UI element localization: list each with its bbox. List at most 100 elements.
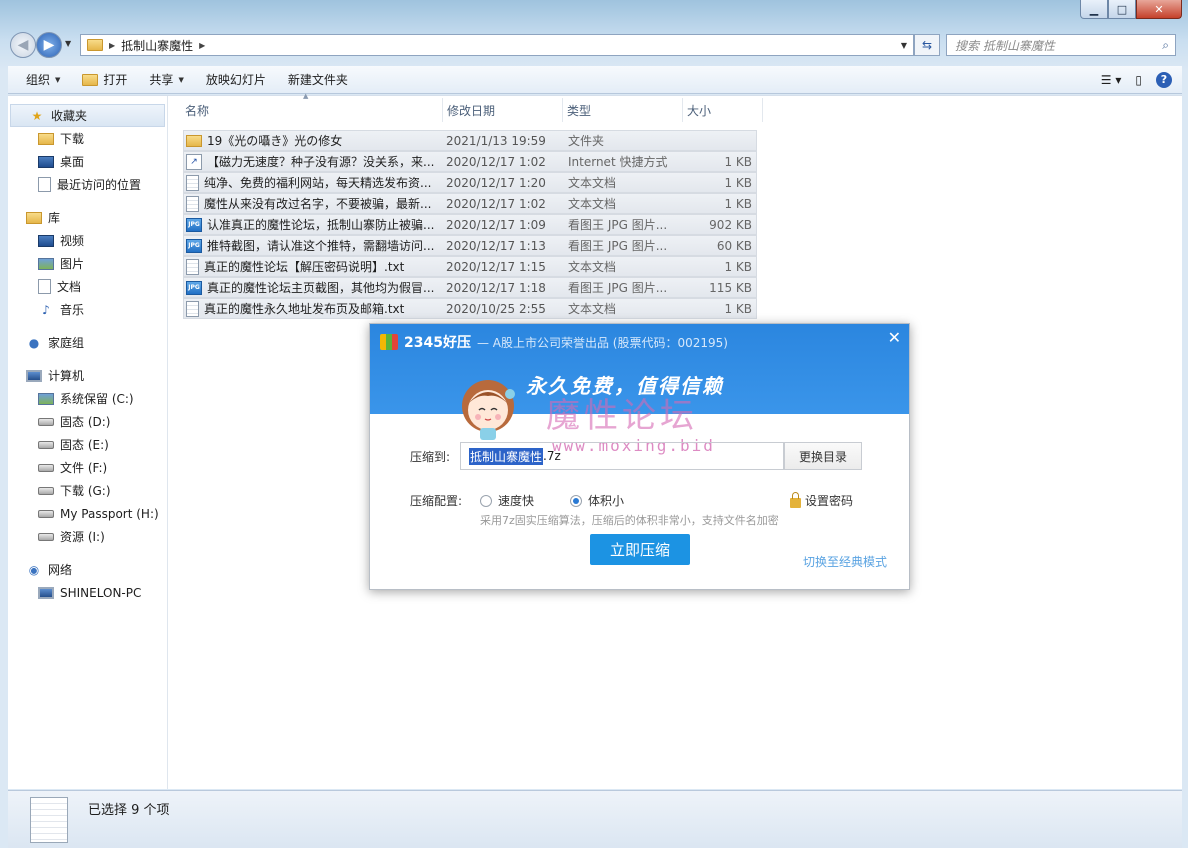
fast-speed-radio[interactable]: 速度快 — [480, 492, 534, 509]
search-icon[interactable]: ⌕ — [1162, 38, 1169, 53]
file-type: 文本文档 — [568, 260, 617, 274]
refresh-button[interactable]: ⇆ — [914, 34, 940, 56]
sidebar-item-label: 家庭组 — [48, 336, 85, 350]
file-row[interactable]: 纯净、免费的福利网站，每天精选发布资... 2020/12/17 1:20 文本文档… — [183, 172, 757, 193]
sidebar-item-drive-d[interactable]: 固态 (D:) — [8, 410, 167, 433]
archive-extension: .7z — [543, 449, 561, 463]
desktop-icon — [38, 155, 54, 168]
back-arrow-icon: ◀ — [17, 37, 29, 53]
small-size-radio[interactable]: 体积小 — [570, 492, 624, 509]
file-row[interactable]: ↗ 【磁力无速度？种子没有源？没关系，来... 2020/12/17 1:02 Int… — [183, 151, 757, 172]
file-row[interactable]: 真正的魔性论坛【解压密码说明】.txt 2020/12/17 1:15 文本文档 1 … — [183, 256, 757, 277]
navigation-bar: ◀ ▶ ▼ ▶ 抵制山寨魔性 ▶ ▼ ⇆ 搜索 抵制山寨魔性 ⌕ — [8, 30, 1182, 60]
star-icon: ★ — [31, 108, 43, 123]
recent-pages-dropdown-icon[interactable]: ▼ — [65, 39, 71, 48]
sidebar-item-favorites[interactable]: ★ 收藏夹 — [10, 104, 165, 127]
sidebar-item-recent-places[interactable]: 最近访问的位置 — [8, 173, 167, 196]
drive-icon — [38, 440, 54, 449]
address-bar[interactable]: ▶ 抵制山寨魔性 ▶ ▼ — [80, 34, 914, 56]
sidebar-item-drive-h[interactable]: My Passport (H:) — [8, 502, 167, 525]
set-password-link[interactable]: 设置密码 — [790, 491, 854, 509]
forward-button[interactable]: ▶ — [36, 32, 62, 58]
back-button[interactable]: ◀ — [10, 32, 36, 58]
file-size: 1 KB — [724, 154, 752, 169]
navigation-pane[interactable]: ★ 收藏夹 下载 桌面 最近访问的位置 库 视频 图片 文档 ♪ 音乐 ● 家庭… — [8, 96, 168, 789]
set-password-label: 设置密码 — [805, 494, 854, 508]
compress-now-button[interactable]: 立即压缩 — [590, 534, 690, 565]
sidebar-item-label: 下载 — [60, 132, 85, 146]
new-folder-button[interactable]: 新建文件夹 — [280, 66, 362, 93]
change-directory-button[interactable]: 更换目录 — [784, 442, 862, 470]
archive-path-input[interactable]: 抵制山寨魔性 .7z — [460, 442, 784, 470]
column-header-type[interactable]: 类型 — [563, 98, 683, 122]
file-row[interactable]: JPG 认准真正的魔性论坛，抵制山寨防止被骗... 2020/12/17 1:09 看… — [183, 214, 757, 235]
file-date: 2020/12/17 1:02 — [446, 196, 546, 211]
file-row[interactable]: JPG 真正的魔性论坛主页截图，其他均为假冒... 2020/12/17 1:18 看… — [183, 277, 757, 298]
maximize-button[interactable]: □ — [1108, 0, 1136, 19]
help-icon[interactable]: ? — [1156, 71, 1172, 88]
classic-mode-link[interactable]: 切换至经典模式 — [803, 553, 887, 570]
sidebar-item-network[interactable]: ◉ 网络 — [8, 558, 167, 581]
file-type: 看图王 JPG 图片... — [568, 281, 668, 295]
file-name: 【磁力无速度？种子没有源？没关系，来... — [207, 155, 435, 169]
lock-icon — [790, 491, 801, 508]
column-header-label: 类型 — [567, 103, 592, 118]
documents-icon — [38, 279, 51, 294]
radio-checked-icon — [570, 494, 582, 507]
file-name-cell: ↗ 【磁力无速度？种子没有源？没关系，来... — [184, 153, 442, 170]
radio-unchecked-icon — [480, 494, 492, 507]
file-type: 文件夹 — [568, 134, 605, 148]
sidebar-item-label: 固态 (E:) — [60, 438, 109, 452]
column-header-name[interactable]: 名称 — [181, 98, 443, 122]
drive-icon — [38, 417, 54, 426]
breadcrumb-arrow-icon[interactable]: ▶ — [109, 41, 115, 50]
compress-to-label: 压缩到: — [410, 450, 451, 464]
text-file-icon — [186, 195, 199, 212]
open-button[interactable]: 打开 — [74, 66, 141, 93]
dialog-close-icon[interactable]: ✕ — [888, 328, 901, 347]
sidebar-item-music[interactable]: ♪ 音乐 — [8, 298, 167, 321]
share-label: 共享 — [149, 73, 174, 87]
column-header-size[interactable]: 大小 — [683, 98, 763, 122]
sidebar-item-desktop[interactable]: 桌面 — [8, 150, 167, 173]
file-row[interactable]: 真正的魔性永久地址发布页及邮箱.txt 2020/10/25 2:55 文本文档 1 … — [183, 298, 757, 319]
file-type: 文本文档 — [568, 176, 617, 190]
minimize-button[interactable]: ▁ — [1080, 0, 1108, 19]
breadcrumb-arrow-icon[interactable]: ▶ — [199, 41, 205, 50]
sidebar-item-drive-f[interactable]: 文件 (F:) — [8, 456, 167, 479]
file-name: 推特截图，请认准这个推特，需翻墙访问... — [207, 239, 435, 253]
sidebar-item-downloads[interactable]: 下载 — [8, 127, 167, 150]
preview-pane-icon[interactable]: ▯ — [1135, 73, 1142, 87]
column-header-date[interactable]: 修改日期 — [443, 98, 563, 122]
dialog-subtitle: — A股上市公司荣誉出品 (股票代码：002195) — [476, 335, 728, 350]
sidebar-item-drive-e[interactable]: 固态 (E:) — [8, 433, 167, 456]
sidebar-item-drive-i[interactable]: 资源 (I:) — [8, 525, 167, 548]
file-type: 看图王 JPG 图片... — [568, 239, 668, 253]
sidebar-item-computer[interactable]: 计算机 — [8, 364, 167, 387]
file-name: 真正的魔性永久地址发布页及邮箱.txt — [204, 302, 405, 316]
organize-menu[interactable]: 组织 ▼ — [18, 66, 74, 93]
file-row[interactable]: 19《光の囁き》光の修女 2021/1/13 19:59 文件夹 — [183, 130, 757, 151]
sidebar-item-videos[interactable]: 视频 — [8, 229, 167, 252]
file-row[interactable]: 魔性从来没有改过名字，不要被骗，最新... 2020/12/17 1:02 文本文档… — [183, 193, 757, 214]
drive-icon — [38, 532, 54, 541]
sidebar-item-libraries[interactable]: 库 — [8, 206, 167, 229]
file-row[interactable]: JPG 推特截图，请认准这个推特，需翻墙访问... 2020/12/17 1:13 看… — [183, 235, 757, 256]
view-options-icon[interactable]: ☰ ▾ — [1101, 73, 1122, 87]
search-input[interactable]: 搜索 抵制山寨魔性 ⌕ — [946, 34, 1176, 56]
window-controls: ▁ □ ✕ — [1080, 0, 1182, 19]
sidebar-item-pictures[interactable]: 图片 — [8, 252, 167, 275]
sidebar-item-drive-c[interactable]: 系统保留 (C:) — [8, 387, 167, 410]
sidebar-item-homegroup[interactable]: ● 家庭组 — [8, 331, 167, 354]
close-window-button[interactable]: ✕ — [1136, 0, 1182, 19]
text-file-icon — [186, 300, 199, 317]
breadcrumb-current[interactable]: 抵制山寨魔性 — [121, 37, 193, 54]
sidebar-item-label: 收藏夹 — [51, 109, 88, 123]
sidebar-item-shinelon-pc[interactable]: SHINELON-PC — [8, 581, 167, 604]
share-menu[interactable]: 共享 ▼ — [141, 66, 197, 93]
sidebar-item-drive-g[interactable]: 下载 (G:) — [8, 479, 167, 502]
slideshow-label: 放映幻灯片 — [205, 73, 266, 87]
address-history-dropdown-icon[interactable]: ▼ — [901, 41, 907, 50]
sidebar-item-documents[interactable]: 文档 — [8, 275, 167, 298]
slideshow-button[interactable]: 放映幻灯片 — [198, 66, 280, 93]
